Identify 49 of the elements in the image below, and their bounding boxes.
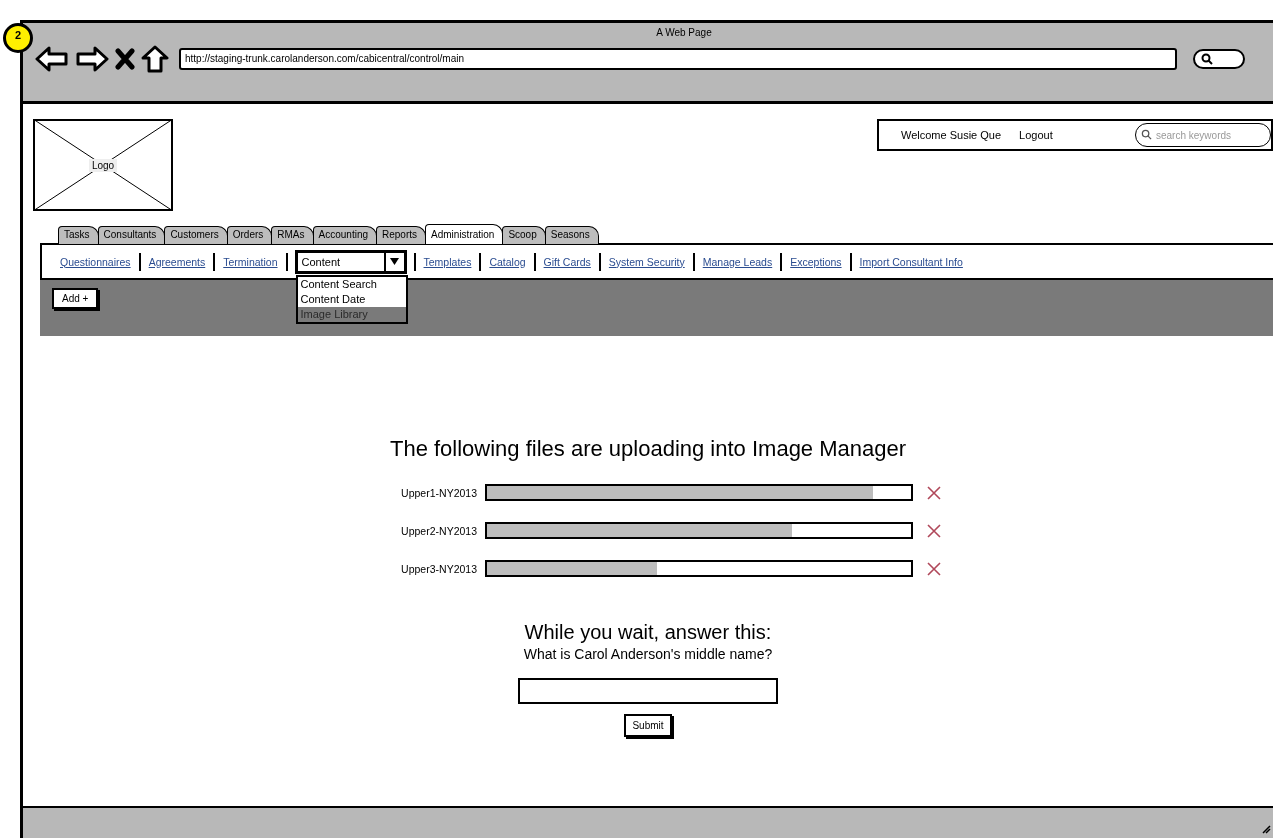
tab[interactable]: Reports: [376, 226, 427, 244]
nav-link[interactable]: Termination: [223, 255, 278, 268]
file-name: Upper1-NY2013: [400, 486, 477, 499]
file-name: Upper3-NY2013: [400, 562, 477, 575]
search-icon: [1201, 53, 1213, 65]
tab[interactable]: Administration: [425, 224, 504, 244]
step-badge: 2: [3, 23, 33, 53]
nav-link[interactable]: Questionnaires: [60, 255, 131, 268]
menu-item[interactable]: Content Date: [297, 291, 406, 307]
tab[interactable]: RMAs: [271, 226, 314, 244]
logout-link[interactable]: Logout: [1019, 129, 1053, 141]
window-title: A Web Page: [655, 27, 713, 40]
nav-link[interactable]: Templates: [423, 255, 472, 268]
home-icon[interactable]: [141, 45, 169, 73]
tab[interactable]: Accounting: [312, 226, 377, 244]
submit-button[interactable]: Submit: [624, 714, 672, 737]
menu-item[interactable]: Content Search: [297, 276, 406, 292]
content-dropdown[interactable]: Content: [295, 250, 406, 273]
tab[interactable]: Tasks: [58, 226, 99, 244]
welcome-text: Welcome Susie Que: [901, 129, 1002, 141]
tab[interactable]: Scoop: [502, 226, 546, 244]
add-button[interactable]: Add +: [52, 288, 99, 309]
nav-link[interactable]: System Security: [608, 255, 685, 268]
tab[interactable]: Seasons: [544, 226, 599, 244]
answer-field[interactable]: [518, 678, 778, 704]
upload-heading: The following files are uploading into Image Manager: [389, 436, 907, 462]
nav-link[interactable]: Exceptions: [790, 255, 842, 268]
cancel-icon[interactable]: [927, 561, 941, 576]
nav-link[interactable]: Import Consultant Info: [859, 255, 963, 268]
forward-icon[interactable]: [75, 46, 109, 72]
quiz-title: While you wait, answer this:: [524, 621, 772, 644]
search-field[interactable]: [1193, 49, 1245, 69]
tab[interactable]: Orders: [226, 226, 273, 244]
address-field[interactable]: http://staging-trunk.carolanderson.com/cabicentral/control/main: [179, 48, 1177, 70]
cancel-icon[interactable]: [927, 523, 941, 538]
tab[interactable]: Customers: [164, 226, 228, 244]
nav-link[interactable]: Manage Leads: [702, 255, 773, 268]
cancel-icon[interactable]: [927, 485, 941, 500]
quiz-question: What is Carol Anderson's middle name?: [523, 646, 773, 662]
nav-link[interactable]: Gift Cards: [543, 255, 591, 268]
search-field[interactable]: search keywords: [1135, 123, 1271, 147]
close-icon[interactable]: [115, 48, 135, 70]
back-icon[interactable]: [35, 46, 69, 72]
tab[interactable]: Consultants: [97, 226, 166, 244]
nav-link[interactable]: Catalog: [489, 255, 526, 268]
nav-link[interactable]: Agreements: [148, 255, 206, 268]
file-name: Upper2-NY2013: [400, 524, 477, 537]
resize-grip-icon[interactable]: [1261, 824, 1271, 834]
search-icon: [1141, 129, 1152, 140]
